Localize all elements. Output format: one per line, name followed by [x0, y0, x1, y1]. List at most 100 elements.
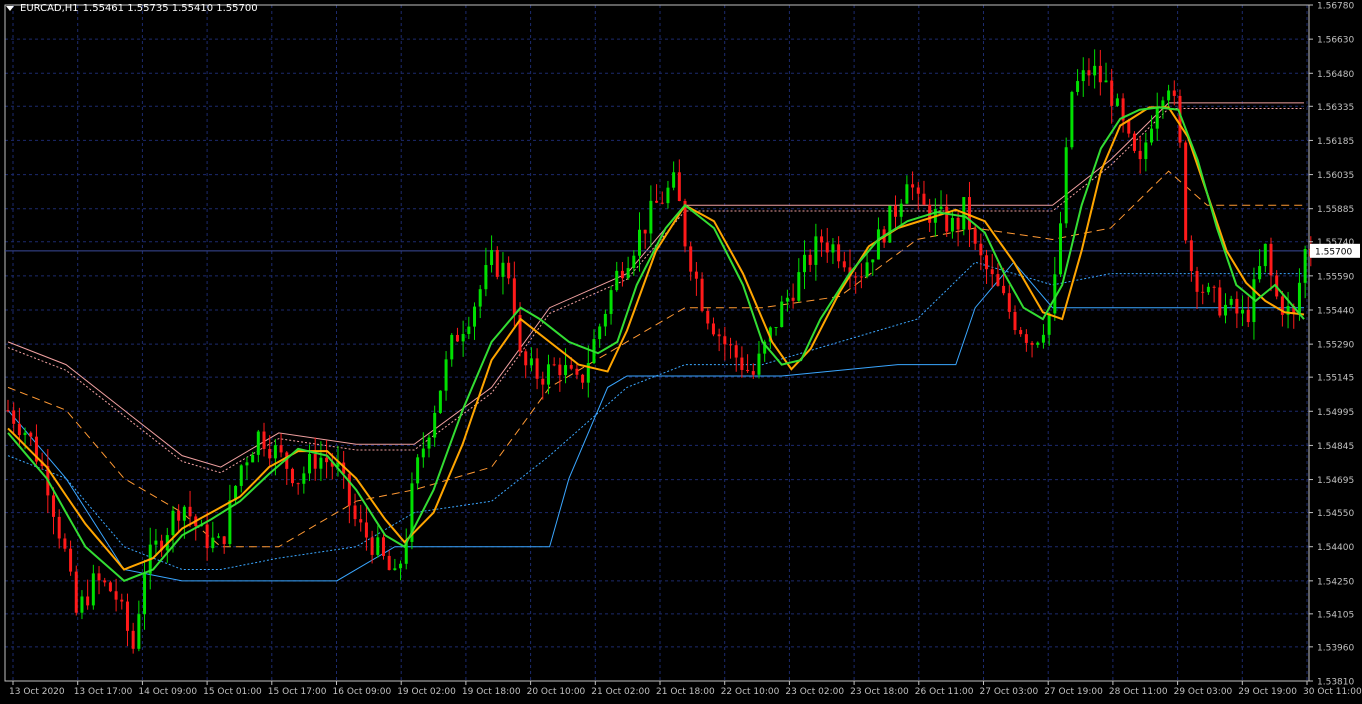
- candle-body: [1132, 133, 1136, 151]
- candle-body: [956, 217, 960, 230]
- candle-body: [495, 250, 499, 277]
- candle-body: [1081, 70, 1085, 82]
- candle-body: [57, 516, 61, 539]
- candle-body: [1093, 65, 1097, 76]
- chart-area[interactable]: 1.56780 1.56630 1.56480 1.56335 1.56185 1.560…: [0, 0, 1362, 700]
- y-tick-label: 1.54995: [1317, 408, 1354, 418]
- band-mid-high-line: [7, 170, 1304, 548]
- candle-body: [251, 454, 255, 463]
- candle-body: [484, 265, 488, 290]
- candle-body: [985, 255, 989, 270]
- candle-body: [558, 364, 562, 376]
- y-tick-label: 1.56035: [1317, 171, 1354, 181]
- x-tick-label: 21 Oct 02:00: [591, 687, 650, 697]
- candle-body: [1155, 107, 1159, 129]
- price-chart-svg[interactable]: 1.56780 1.56630 1.56480 1.56335 1.56185 1.560…: [0, 0, 1362, 700]
- candle-body: [825, 242, 829, 253]
- candle-body: [1110, 80, 1114, 106]
- candle-body: [922, 193, 926, 205]
- x-tick-label: 23 Oct 18:00: [850, 687, 909, 697]
- candle-body: [467, 326, 471, 334]
- candle-body: [86, 596, 90, 606]
- candle-body: [894, 205, 898, 217]
- candle-body: [774, 327, 778, 329]
- candle-body: [1150, 128, 1154, 143]
- candle-body: [171, 510, 175, 536]
- candle-body: [125, 601, 129, 631]
- candle-body: [598, 326, 602, 340]
- candle-body: [74, 571, 78, 613]
- candle-body: [1218, 287, 1222, 316]
- candle-body: [1303, 249, 1307, 283]
- candle-body: [387, 555, 391, 571]
- candle-body: [694, 271, 698, 279]
- x-tick-label: 20 Oct 10:00: [527, 687, 586, 697]
- candle-body: [990, 269, 994, 275]
- candle-body: [643, 229, 647, 234]
- candle-body: [996, 274, 1000, 286]
- candle-body: [302, 473, 306, 484]
- x-tick-label: 30 Oct 11:00: [1303, 687, 1362, 697]
- y-tick-label: 1.53960: [1317, 643, 1354, 653]
- candle-body: [262, 431, 266, 449]
- candle-body: [381, 537, 385, 556]
- candle-body: [1019, 330, 1023, 335]
- candle-body: [416, 457, 420, 484]
- candle-body: [1076, 81, 1080, 92]
- candle-body: [723, 336, 727, 345]
- candle-body: [1007, 293, 1011, 312]
- candle-body: [689, 246, 693, 272]
- candle-body: [347, 473, 351, 506]
- x-tick-label: 23 Oct 02:00: [785, 687, 844, 697]
- candle-body: [859, 276, 863, 278]
- y-tick-label: 1.54400: [1317, 543, 1354, 553]
- x-tick-label: 19 Oct 02:00: [397, 687, 456, 697]
- candle-body: [1258, 266, 1262, 280]
- candle-body: [188, 506, 192, 517]
- candle-body: [370, 537, 374, 555]
- symbol-header: EURCAD,H1 1.55461 1.55735 1.55410 1.5570…: [6, 3, 258, 14]
- candle-body: [205, 524, 209, 549]
- symbol-label: EURCAD,H1: [20, 3, 79, 14]
- candle-body: [842, 261, 846, 268]
- candle-body: [615, 270, 619, 291]
- candle-body: [1144, 142, 1148, 160]
- x-tick-label: 15 Oct 17:00: [268, 687, 327, 697]
- candle-body: [785, 297, 789, 302]
- candle-body: [137, 614, 141, 649]
- candle-body: [620, 270, 624, 279]
- candle-body: [52, 495, 56, 517]
- candle-body: [757, 353, 761, 375]
- candle-body: [1024, 334, 1028, 343]
- candle-body: [717, 334, 721, 337]
- candle-body: [660, 202, 664, 204]
- candle-body: [535, 358, 539, 379]
- candle-body: [1201, 291, 1205, 293]
- candle-body: [268, 448, 272, 459]
- candle-body: [17, 423, 21, 436]
- candle-body: [512, 278, 516, 316]
- candle-body: [69, 548, 73, 572]
- candle-body: [1053, 274, 1057, 314]
- y-tick-label: 1.56335: [1317, 103, 1354, 113]
- candle-body: [6, 410, 10, 412]
- collapse-triangle-icon[interactable]: [6, 6, 14, 11]
- candle-body: [797, 272, 801, 301]
- candle-body: [1297, 282, 1301, 314]
- x-tick-label: 19 Oct 18:00: [462, 687, 521, 697]
- candle-body: [1036, 342, 1040, 345]
- x-tick-label: 13 Oct 17:00: [74, 687, 133, 697]
- candle-body: [478, 289, 482, 307]
- y-tick-label: 1.54845: [1317, 442, 1354, 452]
- x-tick-label: 13 Oct 2020: [9, 687, 65, 697]
- candle-body: [564, 365, 568, 376]
- candle-body: [950, 217, 954, 232]
- candle-body: [1184, 142, 1188, 241]
- candle-body: [1041, 334, 1045, 343]
- candle-body: [1223, 304, 1227, 316]
- candle-body: [1087, 70, 1091, 76]
- candle-body: [211, 537, 215, 549]
- candle-body: [888, 205, 892, 243]
- y-tick-label: 1.56630: [1317, 36, 1354, 46]
- y-tick-label: 1.56780: [1317, 2, 1354, 12]
